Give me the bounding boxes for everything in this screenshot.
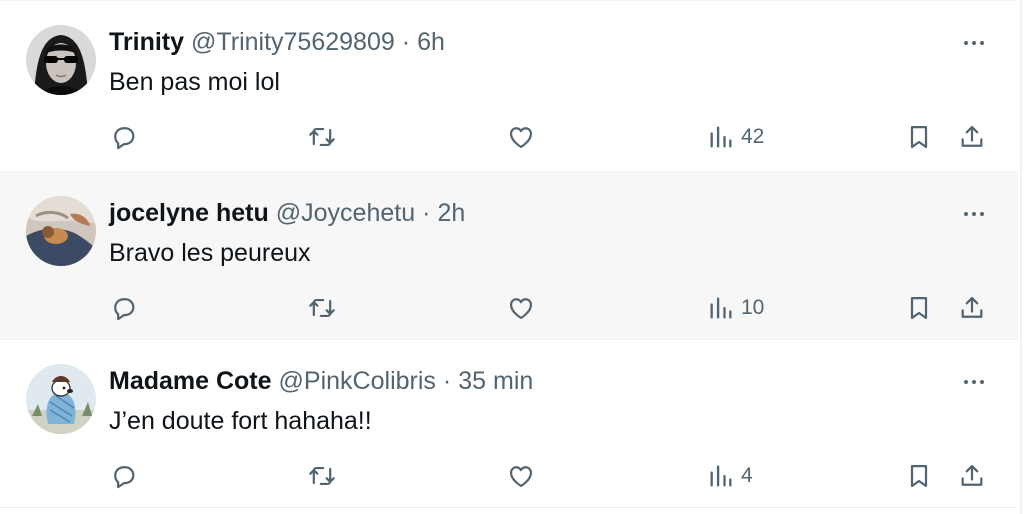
author-handle[interactable]: @PinkColibris [279,366,436,396]
author-name[interactable]: Madame Cote [109,366,272,396]
separator: · [401,28,411,56]
reply-button[interactable] [110,288,138,328]
reply-icon [114,127,135,150]
timestamp[interactable]: 6h [417,27,445,57]
replies-feed: Trinity @Trinity75629809 · 6h Ben pas mo… [0,0,1036,514]
bookmark-button[interactable] [905,288,933,328]
views-button[interactable]: 4 [707,456,753,496]
tweet-text: J’en doute fort hahaha!! [109,407,372,435]
like-button[interactable] [507,288,535,328]
reply-button[interactable] [110,456,138,496]
tweet-header: jocelyne hetu @Joycehetu · 2h [109,198,465,228]
author-name[interactable]: Trinity [109,27,184,57]
avatar[interactable] [26,364,96,434]
views-count: 42 [741,125,765,148]
views-count: 10 [741,296,765,319]
retweet-button[interactable] [308,117,336,157]
like-button[interactable] [507,456,535,496]
bookmark-icon [910,464,928,488]
share-button[interactable] [958,288,986,328]
retweet-icon [309,466,335,486]
share-icon [961,125,983,147]
avatar[interactable] [26,196,96,266]
avatar[interactable] [26,25,96,95]
timestamp[interactable]: 35 min [458,366,533,396]
retweet-icon [309,298,335,318]
separator: · [442,367,452,395]
reply-icon [114,298,135,321]
like-icon [509,298,533,320]
views-count: 4 [741,464,753,487]
views-icon [710,465,732,487]
action-bar: 42 [0,117,1018,157]
share-icon [961,296,983,318]
more-icon[interactable] [956,29,992,57]
author-handle[interactable]: @Trinity75629809 [191,27,395,57]
tweet-item[interactable]: Madame Cote @PinkColibris · 35 min J’en … [0,340,1018,508]
retweet-button[interactable] [308,288,336,328]
tweet-item[interactable]: Trinity @Trinity75629809 · 6h Ben pas mo… [0,0,1018,172]
timestamp[interactable]: 2h [437,198,465,228]
like-icon [509,466,533,488]
separator: · [422,199,431,227]
like-button[interactable] [507,117,535,157]
more-icon[interactable] [956,368,992,396]
author-handle[interactable]: @Joycehetu [276,198,415,228]
retweet-button[interactable] [308,456,336,496]
tweet-text: Ben pas moi lol [109,68,280,96]
more-icon[interactable] [956,200,992,228]
share-button[interactable] [958,456,986,496]
bookmark-button[interactable] [905,456,933,496]
bookmark-icon [910,296,928,320]
views-icon [710,126,732,148]
tweet-header: Madame Cote @PinkColibris · 35 min [109,366,533,396]
bookmark-button[interactable] [905,117,933,157]
like-icon [509,127,533,149]
reply-button[interactable] [110,117,138,157]
views-icon [710,297,732,319]
author-name[interactable]: jocelyne hetu [109,198,269,228]
share-icon [961,464,983,486]
action-bar: 10 [0,288,1018,328]
bookmark-icon [910,125,928,149]
tweet-header: Trinity @Trinity75629809 · 6h [109,27,445,57]
views-button[interactable]: 10 [707,288,764,328]
tweet-text: Bravo les peureux [109,239,311,267]
retweet-icon [309,127,335,147]
tweet-item[interactable]: jocelyne hetu @Joycehetu · 2h Bravo les … [0,172,1018,340]
share-button[interactable] [958,117,986,157]
views-button[interactable]: 42 [707,117,764,157]
action-bar: 4 [0,456,1018,496]
reply-icon [114,466,135,489]
